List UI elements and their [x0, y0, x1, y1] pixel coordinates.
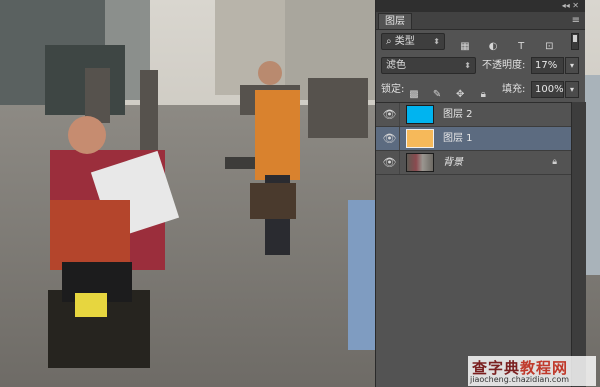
layer-name: 背景 [443, 157, 463, 168]
filter-toggle[interactable] [571, 33, 579, 50]
panel-tab-bar: 图层 ≡ [376, 12, 585, 30]
filter-kind-select[interactable]: ⌕ 类型 ⬍ [381, 33, 445, 50]
panel-menu-icon[interactable]: ≡ [572, 13, 580, 28]
watermark-url: jiaocheng.chazidian.com [470, 375, 570, 384]
lock-icon: 🔒︎ [552, 157, 557, 167]
shape-icon[interactable]: ⊡ [542, 40, 556, 54]
layer-thumbnail [406, 153, 434, 172]
filter-kind-label: 类型 [394, 36, 415, 47]
layer-name: 图层 2 [443, 109, 473, 120]
blend-row: 滤色 ⬍ 不透明度: 17% ▾ [376, 54, 585, 78]
lock-move-icon[interactable]: ✥ [454, 89, 466, 101]
layers-panel: ◂◂ ✕ 图层 ≡ ⌕ 类型 ⬍ ▦ ◐ T ⊡ ⧉ 滤色 ⬍ 不透明度: 17… [375, 0, 586, 387]
type-icon[interactable]: T [514, 40, 528, 54]
layer-thumbnail [406, 105, 434, 124]
divider [399, 127, 400, 150]
lock-brush-icon[interactable]: ✎ [431, 89, 443, 101]
filter-row: ⌕ 类型 ⬍ ▦ ◐ T ⊡ ⧉ [376, 30, 585, 72]
lock-transparency-icon[interactable]: ▩ [408, 89, 420, 101]
fill-label: 填充: [502, 84, 526, 95]
chevron-down-icon: ⬍ [464, 61, 471, 70]
adjustment-icon[interactable]: ◐ [486, 40, 500, 54]
lock-row: 锁定: ▩ ✎ ✥ 🔒︎ 填充: 100% ▾ [376, 78, 585, 102]
layer-name: 图层 1 [443, 133, 473, 144]
double-arrow-icon[interactable]: ◂◂ ✕ [562, 0, 579, 12]
eye-icon[interactable]: 👁︎ [381, 106, 398, 123]
opacity-input[interactable]: 17% [531, 57, 564, 74]
divider [399, 151, 400, 174]
layer-list: 👁︎ 图层 2 👁︎ 图层 1 👁︎ 背景 🔒︎ [376, 102, 571, 387]
opacity-dropdown-icon[interactable]: ▾ [565, 57, 579, 74]
layer-row[interactable]: 👁︎ 图层 2 [376, 103, 571, 127]
lock-all-icon[interactable]: 🔒︎ [477, 89, 489, 101]
lock-icons: ▩ ✎ ✥ 🔒︎ [408, 82, 495, 101]
layer-row-background[interactable]: 👁︎ 背景 🔒︎ [376, 151, 571, 175]
image-icon[interactable]: ▦ [458, 40, 472, 54]
blend-mode-select[interactable]: 滤色 ⬍ [381, 57, 476, 74]
layer-row-selected[interactable]: 👁︎ 图层 1 [376, 127, 571, 151]
layer-thumbnail [406, 129, 434, 148]
panel-top-strip: ◂◂ ✕ [376, 0, 585, 12]
divider [399, 103, 400, 126]
blend-mode-value: 滤色 [386, 60, 406, 71]
lock-label: 锁定: [381, 84, 405, 95]
watermark: 查字典教程网 jiaocheng.chazidian.com [468, 356, 596, 386]
fill-input[interactable]: 100% [531, 81, 564, 98]
eye-icon[interactable]: 👁︎ [381, 154, 398, 171]
search-icon: ⌕ [386, 36, 392, 47]
eye-icon[interactable]: 👁︎ [381, 130, 398, 147]
scrollbar[interactable] [571, 102, 586, 387]
tab-layers[interactable]: 图层 [378, 13, 412, 29]
fill-dropdown-icon[interactable]: ▾ [565, 81, 579, 98]
chevron-down-icon: ⬍ [433, 37, 440, 46]
opacity-label: 不透明度: [482, 60, 526, 71]
